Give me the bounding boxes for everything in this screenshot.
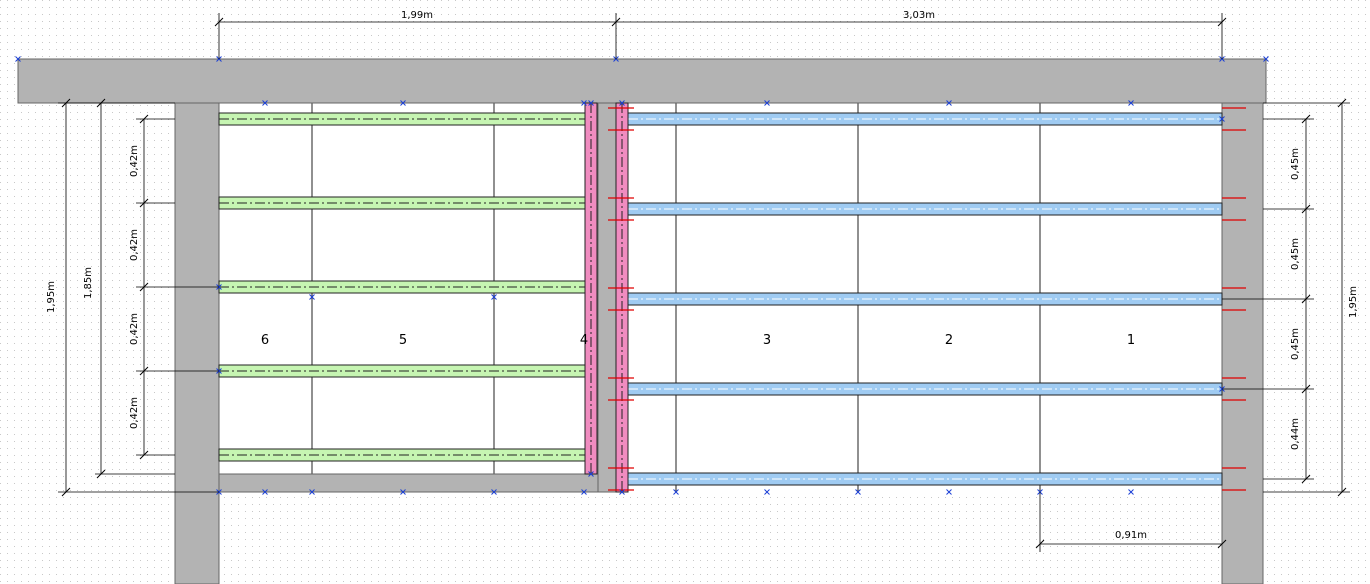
bottom-dim: 0,91m xyxy=(1115,530,1147,541)
left-dim-spacing-3: 0,42m xyxy=(129,313,140,345)
bay-label-3: 3 xyxy=(763,333,771,348)
left-dim-spacing-4: 0,42m xyxy=(129,397,140,429)
bay-label-4: 4 xyxy=(580,333,588,348)
right-dim-spacing-1: 0,45m xyxy=(1290,148,1301,180)
bay-label-6: 6 xyxy=(261,333,269,348)
left-dim-inner: 1,85m xyxy=(83,267,94,299)
right-dim-overall: 1,95m xyxy=(1348,286,1359,318)
bottom-left-wall xyxy=(218,473,615,493)
bay-label-1: 1 xyxy=(1127,333,1135,348)
left-dim-spacing-1: 0,42m xyxy=(129,145,140,177)
left-dim-spacing-2: 0,42m xyxy=(129,229,140,261)
bay-label-2: 2 xyxy=(945,333,953,348)
center-column-strip xyxy=(597,102,617,493)
bay-label-5: 5 xyxy=(399,333,407,348)
top-dim-right: 3,03m xyxy=(903,10,935,21)
right-dim-spacing-2: 0,45m xyxy=(1290,238,1301,270)
floor-plan-drawing: 1,99m 3,03m 1,95m 1,85m 0,42m 0,42m 0,42… xyxy=(0,0,1370,584)
left-dim-overall: 1,95m xyxy=(46,281,57,313)
right-dim-spacing-3: 0,45m xyxy=(1290,328,1301,360)
right-wall xyxy=(1221,102,1264,584)
top-wall xyxy=(17,58,1267,104)
left-wall xyxy=(174,102,220,584)
top-dim-left: 1,99m xyxy=(401,10,433,21)
right-dim-spacing-4: 0,44m xyxy=(1290,418,1301,450)
